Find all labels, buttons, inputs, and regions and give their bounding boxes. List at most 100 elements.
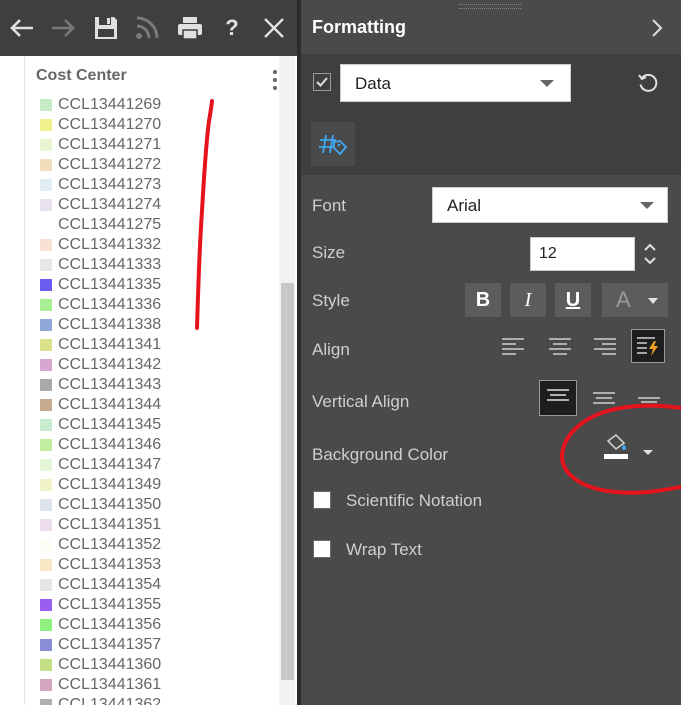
color-swatch (40, 559, 52, 571)
list-item[interactable]: CCL13441335 (40, 275, 161, 295)
list-item[interactable]: CCL13441343 (40, 375, 161, 395)
underline-button[interactable]: U (555, 283, 591, 317)
list-item[interactable]: CCL13441357 (40, 635, 161, 655)
wrap-text-checkbox[interactable] (313, 540, 331, 558)
color-swatch (40, 239, 52, 251)
color-swatch (40, 339, 52, 351)
list-item-label: CCL13441273 (58, 176, 162, 193)
list-item-label: CCL13441345 (58, 416, 162, 433)
list-item[interactable]: CCL13441353 (40, 555, 161, 575)
wrap-text-label: Wrap Text (346, 540, 422, 559)
list-item[interactable]: CCL13441345 (40, 415, 161, 435)
list-gutter-rule (24, 56, 25, 705)
list-item[interactable]: CCL13441349 (40, 475, 161, 495)
data-checkbox[interactable] (313, 73, 331, 91)
list-item[interactable]: CCL13441354 (40, 575, 161, 595)
cost-center-header: Cost Center (36, 67, 127, 84)
color-swatch (40, 179, 52, 191)
list-item[interactable]: CCL13441361 (40, 675, 161, 695)
color-swatch (40, 99, 52, 111)
arrow-right-icon[interactable] (43, 8, 83, 48)
cost-center-panel: ? Cost Center CCL13441269 CCL13441270 CCL1… (0, 0, 297, 705)
font-select[interactable]: Arial (432, 187, 668, 223)
valign-bottom-button[interactable] (632, 381, 666, 415)
scientific-notation-label: Scientific Notation (346, 491, 483, 510)
list-item[interactable]: CCL13441360 (40, 655, 161, 675)
list-item[interactable]: CCL13441356 (40, 615, 161, 635)
list-item-label: CCL13441332 (58, 236, 162, 253)
list-item-label: CCL13441355 (58, 596, 162, 613)
size-input[interactable]: 12 (530, 237, 635, 271)
list-item-label: CCL13441336 (58, 296, 162, 313)
color-swatch (40, 599, 52, 611)
help-icon[interactable]: ? (212, 8, 252, 48)
list-item[interactable]: CCL13441352 (40, 535, 161, 555)
number-format-tab[interactable] (311, 122, 355, 166)
list-item-label: CCL13441342 (58, 356, 162, 373)
valign-top-button[interactable] (539, 380, 577, 416)
color-swatch (40, 399, 52, 411)
save-icon[interactable] (86, 8, 126, 48)
list-item[interactable]: CCL13441332 (40, 235, 161, 255)
chevron-down-icon (640, 202, 654, 209)
italic-button[interactable]: I (510, 283, 546, 317)
drag-grip[interactable] (459, 4, 521, 9)
align-auto-button[interactable] (631, 329, 665, 363)
color-swatch (40, 659, 52, 671)
scientific-notation-checkbox[interactable] (313, 491, 331, 509)
list-item-label: CCL13441271 (58, 136, 162, 153)
list-item[interactable]: CCL13441272 (40, 155, 161, 175)
align-left-button[interactable] (496, 329, 530, 363)
list-item[interactable]: CCL13441362 (40, 695, 161, 705)
color-swatch (40, 299, 52, 311)
toolbar: ? (0, 0, 297, 56)
list-item[interactable]: CCL13441273 (40, 175, 161, 195)
list-item[interactable]: CCL13441351 (40, 515, 161, 535)
rss-icon[interactable] (127, 8, 167, 48)
color-swatch (40, 199, 52, 211)
list-item-label: CCL13441341 (58, 336, 162, 353)
list-item[interactable]: CCL13441271 (40, 135, 161, 155)
close-icon[interactable] (254, 8, 294, 48)
chevron-right-icon[interactable] (647, 16, 667, 40)
list-item-label: CCL13441352 (58, 536, 162, 553)
list-item[interactable]: CCL13441333 (40, 255, 161, 275)
size-label: Size (312, 243, 346, 262)
list-item[interactable]: CCL13441274 (40, 195, 161, 215)
paint-bucket-icon (604, 433, 653, 459)
list-item[interactable]: CCL13441270 (40, 115, 161, 135)
list-item[interactable]: CCL13441342 (40, 355, 161, 375)
list-item-label: CCL13441346 (58, 436, 162, 453)
list-item[interactable]: CCL13441341 (40, 335, 161, 355)
list-item[interactable]: CCL13441275 (40, 215, 161, 235)
list-item-label: CCL13441333 (58, 256, 162, 273)
background-color-button[interactable] (592, 430, 666, 470)
scrollbar-thumb[interactable] (281, 283, 294, 680)
color-swatch (40, 459, 52, 471)
list-item-label: CCL13441274 (58, 196, 162, 213)
print-icon[interactable] (170, 8, 210, 48)
color-swatch (40, 259, 52, 271)
font-color-button[interactable]: A (602, 283, 668, 317)
bold-button[interactable]: B (465, 283, 501, 317)
list-item[interactable]: CCL13441269 (40, 95, 161, 115)
target-select[interactable]: Data (340, 64, 571, 102)
list-item[interactable]: CCL13441350 (40, 495, 161, 515)
align-center-button[interactable] (543, 329, 577, 363)
list-item[interactable]: CCL13441346 (40, 435, 161, 455)
align-right-button[interactable] (588, 329, 622, 363)
valign-middle-button[interactable] (587, 381, 621, 415)
target-select-value: Data (355, 74, 391, 93)
color-swatch (40, 219, 52, 231)
reset-icon[interactable] (637, 72, 659, 94)
list-item[interactable]: CCL13441338 (40, 315, 161, 335)
list-item[interactable]: CCL13441355 (40, 595, 161, 615)
list-item-label: CCL13441350 (58, 496, 162, 513)
size-stepper[interactable] (640, 237, 660, 271)
list-item-label: CCL13441335 (58, 276, 162, 293)
arrow-left-icon[interactable] (2, 8, 42, 48)
list-item[interactable]: CCL13441347 (40, 455, 161, 475)
list-item[interactable]: CCL13441344 (40, 395, 161, 415)
chevron-down-icon (648, 298, 658, 304)
list-item[interactable]: CCL13441336 (40, 295, 161, 315)
